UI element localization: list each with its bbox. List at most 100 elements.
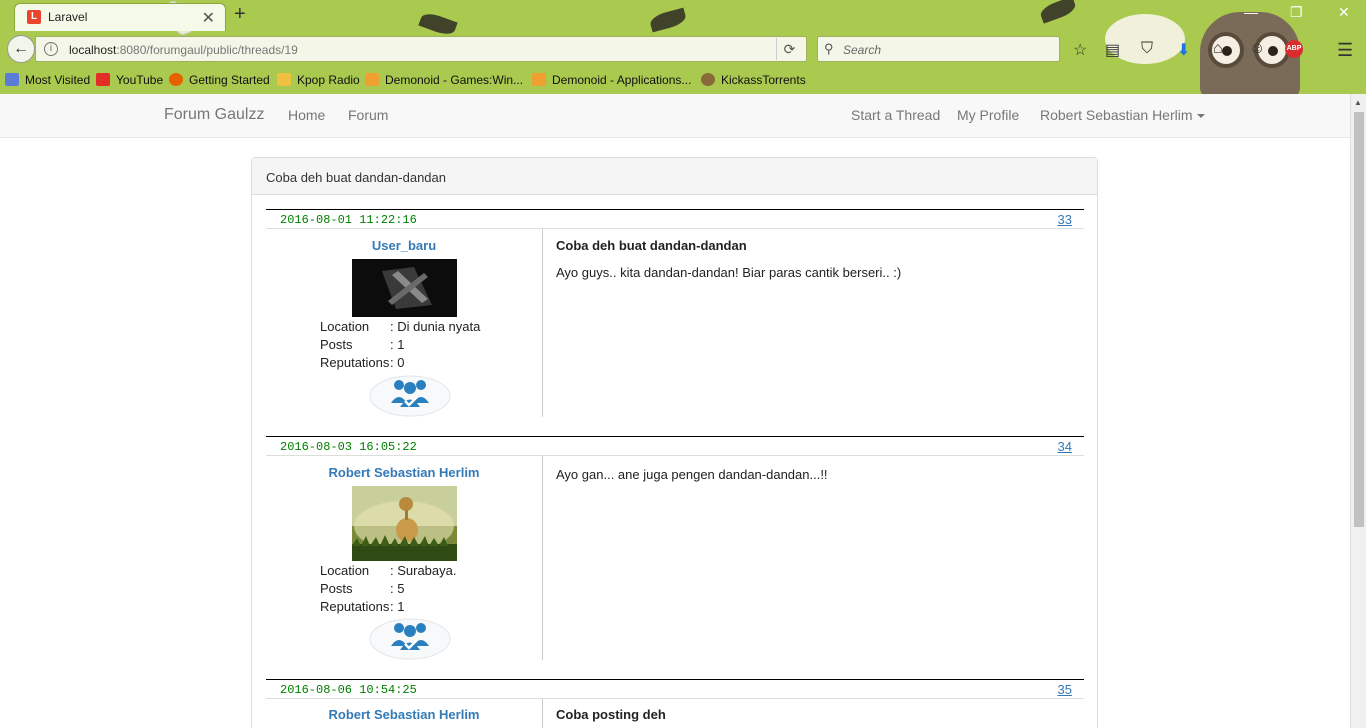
post-title: Coba posting deh [556, 707, 666, 722]
info-icon[interactable]: i [44, 42, 58, 56]
search-placeholder: Search [843, 43, 882, 57]
scrollbar-thumb[interactable] [1354, 112, 1364, 527]
browser-tab[interactable]: L Laravel ✕ [14, 3, 226, 31]
thread-panel: Coba deh buat dandan-dandan 2016-08-01 1… [251, 157, 1098, 728]
posts-label: Posts [320, 581, 353, 596]
page-scrollbar[interactable]: ▲ [1350, 94, 1366, 728]
page-viewport: Forum Gaulzz Home Forum Start a Thread M… [0, 94, 1350, 728]
post-date: 2016-08-01 11:22:16 [280, 213, 417, 227]
post-author: Robert Sebastian Herlim Location : Suraba… [266, 456, 542, 660]
reputation-users-icon[interactable] [369, 614, 451, 660]
close-tab-icon[interactable]: ✕ [202, 8, 215, 28]
post-number-link[interactable]: 35 [1058, 682, 1072, 697]
bookmark-most-visited[interactable]: Most Visited [5, 73, 90, 87]
post: 2016-08-01 11:22:16 33 User_baru Locatio… [266, 209, 1084, 417]
user-menu-label: Robert Sebastian Herlim [1040, 107, 1193, 123]
bookmark-kickasstorrents[interactable]: KickassTorrents [701, 73, 806, 87]
address-bar[interactable]: i localhost:8080/forumgaul/public/thread… [35, 36, 807, 62]
brand-link[interactable]: Forum Gaulzz [164, 106, 264, 124]
post-body: Ayo gan... ane juga pengen dandan-dandan… [556, 467, 828, 482]
post-date: 2016-08-06 10:54:25 [280, 683, 417, 697]
bookmark-getting-started[interactable]: Getting Started [169, 73, 270, 87]
post-content: Coba deh buat dandan-dandan Ayo guys.. k… [556, 229, 1076, 280]
post-number-link[interactable]: 34 [1058, 439, 1072, 454]
post-author: Robert Sebastian Herlim [266, 699, 542, 728]
location-value: : Di dunia nyata [390, 319, 481, 334]
browser-chrome: L Laravel ✕ + — ❐ ✕ ← i localhost:8080/f… [0, 0, 1366, 94]
bookmark-star-icon[interactable]: ☆ [1073, 40, 1087, 60]
post: 2016-08-06 10:54:25 35 Robert Sebastian … [266, 679, 1084, 728]
post-number-link[interactable]: 33 [1058, 212, 1072, 227]
close-window-icon[interactable]: ✕ [1338, 4, 1350, 21]
author-stats: Location: Surabaya. Posts: 5 Reputations… [320, 562, 457, 616]
post-divider [542, 699, 543, 728]
post-title: Coba deh buat dandan-dandan [556, 238, 747, 253]
bookmark-kpop-radio[interactable]: Kpop Radio [277, 73, 360, 87]
reputation-users-icon[interactable] [369, 371, 451, 417]
restore-icon[interactable]: ❐ [1290, 4, 1303, 21]
firefox-icon [169, 73, 183, 86]
location-label: Location [320, 563, 370, 578]
post-divider [542, 456, 543, 660]
author-link[interactable]: Robert Sebastian Herlim [266, 465, 542, 480]
reload-icon[interactable]: ⟳ [776, 38, 802, 60]
minimize-icon[interactable]: — [1244, 4, 1258, 20]
nav-my-profile[interactable]: My Profile [957, 107, 1019, 123]
bookmark-demonoid-games[interactable]: Demonoid - Games:Win... [365, 73, 523, 87]
post: 2016-08-03 16:05:22 34 Robert Sebastian … [266, 436, 1084, 660]
theme-leaf [1038, 0, 1078, 24]
post-body: Ayo guys.. kita dandan-dandan! Biar para… [556, 265, 902, 280]
post-meta-bar: 2016-08-01 11:22:16 33 [266, 209, 1084, 229]
browser-toolbar: ← i localhost:8080/forumgaul/public/thre… [0, 32, 1366, 68]
thread-heading: Coba deh buat dandan-dandan [252, 158, 1097, 195]
search-icon: ⚲ [824, 41, 834, 56]
bookmark-demonoid-applications[interactable]: Demonoid - Applications... [532, 73, 691, 87]
folder-icon [5, 73, 19, 86]
adblock-icon[interactable]: ABP [1285, 40, 1303, 58]
site-navbar: Forum Gaulzz Home Forum Start a Thread M… [0, 94, 1350, 138]
extension-icon[interactable]: ☺ [1249, 40, 1265, 58]
reputations-value: : 0 [390, 355, 405, 370]
posts-value: : 1 [390, 337, 405, 352]
laravel-favicon-icon: L [27, 10, 41, 24]
nav-start-thread[interactable]: Start a Thread [851, 107, 940, 123]
author-link[interactable]: Robert Sebastian Herlim [266, 707, 542, 722]
reading-list-icon[interactable]: ▤ [1105, 40, 1120, 60]
post-divider [542, 229, 543, 417]
new-tab-icon[interactable]: + [234, 3, 246, 26]
reputations-value: : 1 [390, 599, 405, 614]
avatar [351, 259, 457, 317]
location-value: : Surabaya. [390, 563, 457, 578]
post-date: 2016-08-03 16:05:22 [280, 440, 417, 454]
reputations-label: Reputations [320, 355, 390, 370]
author-stats: Location : Di dunia nyata Posts : 1 Reputa… [320, 318, 480, 372]
post-content: Ayo gan... ane juga pengen dandan-dandan… [556, 456, 1076, 482]
location-label: Location [320, 319, 370, 334]
user-menu-dropdown[interactable]: Robert Sebastian Herlim [1040, 107, 1205, 123]
caret-down-icon [1196, 114, 1205, 119]
search-bar[interactable]: ⚲ Search [817, 36, 1060, 62]
back-icon[interactable]: ← [7, 35, 35, 63]
page-icon [277, 73, 291, 86]
avatar [351, 486, 457, 561]
post-author: User_baru Location : Di dunia nyata Posts… [266, 229, 542, 417]
posts-label: Posts [320, 337, 353, 352]
bookmarks-toolbar: Most Visited YouTube Getting Started Kpo… [0, 70, 1366, 92]
tab-title: Laravel [48, 10, 88, 24]
post-meta-bar: 2016-08-06 10:54:25 35 [266, 679, 1084, 699]
nav-home[interactable]: Home [288, 107, 325, 123]
post-content: Coba posting deh [556, 699, 1076, 722]
pocket-icon[interactable]: ⛉ [1141, 40, 1153, 58]
nav-forum[interactable]: Forum [348, 107, 388, 123]
home-icon[interactable]: ⌂ [1213, 40, 1223, 58]
scroll-up-icon[interactable]: ▲ [1354, 98, 1362, 107]
rss-icon [365, 73, 379, 86]
youtube-icon [96, 73, 110, 86]
kickass-icon [701, 73, 715, 86]
theme-leaf [648, 7, 688, 33]
rss-icon [532, 73, 546, 86]
bookmark-youtube[interactable]: YouTube [96, 73, 163, 87]
menu-icon[interactable]: ☰ [1337, 40, 1353, 61]
download-icon[interactable]: ⬇ [1177, 40, 1190, 60]
author-link[interactable]: User_baru [266, 238, 542, 253]
